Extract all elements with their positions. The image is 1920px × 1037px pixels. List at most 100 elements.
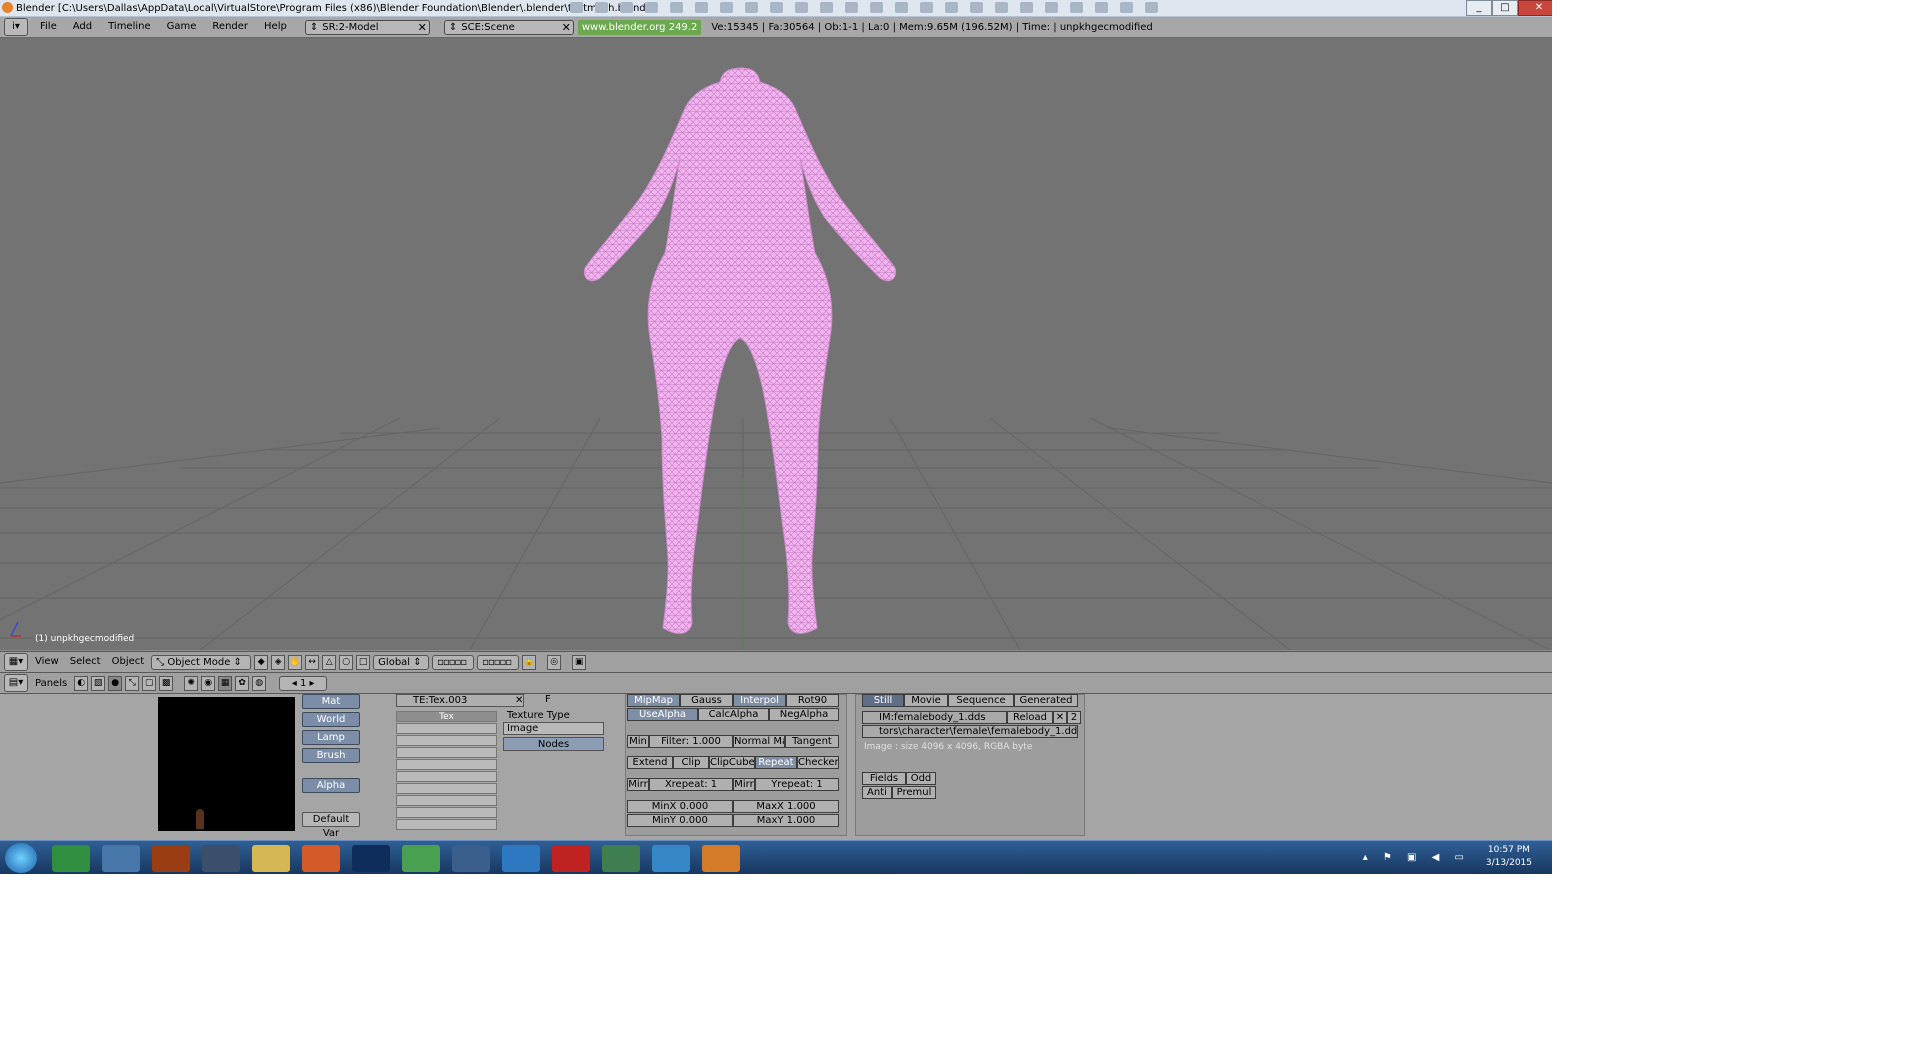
3d-viewport[interactable]: (1) unpkhgecmodified (0, 38, 1552, 650)
menu-object[interactable]: Object (108, 655, 149, 670)
interpol-toggle[interactable]: Interpol (733, 694, 786, 707)
alpha-button[interactable]: Alpha (302, 778, 360, 793)
editor-type-icon[interactable]: i▾ (4, 18, 28, 36)
blender-task-icon[interactable] (702, 845, 740, 872)
image-path-field[interactable]: tors\character\female\femalebody_1.dds (862, 725, 1078, 738)
manipulator-scale-icon[interactable]: ○ (339, 654, 354, 670)
system-tray-icons[interactable]: ▴ ⚑ ▣ ◀ ▭ (1363, 852, 1470, 863)
buttons-editor-icon[interactable]: ▤▾ (4, 674, 28, 692)
close-button[interactable]: ✕ (1518, 0, 1552, 16)
texture-slot[interactable] (396, 747, 497, 758)
texture-slot[interactable] (396, 807, 497, 818)
fake-user-button[interactable]: F (545, 694, 551, 705)
tab-movie[interactable]: Movie (904, 694, 948, 707)
menu-select[interactable]: Select (66, 655, 105, 670)
orientation-selector[interactable]: Global ⇕ (373, 654, 430, 670)
screen-delete-icon[interactable]: ✕ (418, 21, 427, 34)
menu-timeline[interactable]: Timeline (100, 18, 159, 36)
screen-selector[interactable]: ⇕ SR:2-Model ✕ (304, 19, 430, 35)
screen-name[interactable]: SR:2-Model (322, 22, 378, 33)
extend-button[interactable]: Extend (627, 756, 673, 769)
pen-app-icon[interactable] (452, 845, 490, 872)
image-delete-icon[interactable]: ✕ (1053, 711, 1067, 724)
scene-context-icon[interactable]: ▩ (159, 675, 174, 691)
image-users-count[interactable]: 2 (1067, 711, 1081, 724)
manipulator-translate-icon[interactable]: ↔ (305, 654, 320, 670)
flash-app-icon[interactable] (552, 845, 590, 872)
bridge-app-icon[interactable] (152, 845, 190, 872)
texture-name-field[interactable]: TE:Tex.003 ✕ (396, 694, 524, 707)
minimize-button[interactable]: _ (1466, 0, 1492, 16)
texture-slot[interactable] (396, 819, 497, 830)
shading-context-icon[interactable]: ● (108, 675, 123, 691)
tab-brush[interactable]: Brush (302, 748, 360, 763)
tab-world[interactable]: World (302, 712, 360, 727)
texture-type-select[interactable]: Image (503, 722, 604, 735)
logic-context-icon[interactable]: ◐ (74, 675, 89, 691)
chess-app-icon[interactable] (202, 845, 240, 872)
texture-slot[interactable] (396, 771, 497, 782)
texture-sub-icon[interactable]: ▦ (218, 675, 233, 691)
texture-delete-icon[interactable]: ✕ (515, 695, 523, 707)
scene-copy-icon[interactable]: ◎ (547, 654, 562, 670)
repeat-button[interactable]: Repeat (755, 756, 797, 769)
tab-still[interactable]: Still (862, 694, 904, 707)
odd-toggle[interactable]: Odd (906, 772, 936, 785)
chrome-app-icon[interactable] (402, 845, 440, 872)
calcalpha-toggle[interactable]: CalcAlpha (698, 708, 769, 721)
xrepeat-field[interactable]: Xrepeat: 1 (649, 778, 733, 791)
texture-slot[interactable] (396, 783, 497, 794)
photoshop-app-icon[interactable] (352, 845, 390, 872)
xbox-app-icon[interactable] (52, 845, 90, 872)
min-toggle[interactable]: Min (627, 735, 649, 748)
tab-mat[interactable]: Mat (302, 694, 360, 709)
pivot-icon[interactable]: ◈ (271, 654, 286, 670)
menu-view[interactable]: View (31, 655, 63, 670)
tab-sequence[interactable]: Sequence (948, 694, 1014, 707)
screen-browse-icon[interactable]: ⇕ (310, 22, 318, 33)
script-context-icon[interactable]: ▧ (91, 675, 106, 691)
manipulator-rotate-icon[interactable]: △ (322, 654, 337, 670)
music-app-icon[interactable] (652, 845, 690, 872)
tangent-select[interactable]: Tangent (785, 735, 839, 748)
normal-map-toggle[interactable]: Normal Ma (733, 735, 785, 748)
maxy-field[interactable]: MaxY 1.000 (733, 814, 839, 827)
menu-render[interactable]: Render (204, 18, 256, 36)
menu-help[interactable]: Help (256, 18, 295, 36)
texture-slot[interactable]: Tex (396, 711, 497, 722)
default-var-button[interactable]: Default Var (302, 812, 360, 839)
tab-lamp[interactable]: Lamp (302, 730, 360, 745)
lamp-sub-icon[interactable]: ✺ (184, 675, 199, 691)
monitor-app-icon[interactable] (602, 845, 640, 872)
usealpha-toggle[interactable]: UseAlpha (627, 708, 698, 721)
panels-menu[interactable]: Panels (31, 678, 71, 689)
mirror-y-toggle[interactable]: Mirr (733, 778, 755, 791)
clock[interactable]: 10:57 PM 3/13/2015 (1486, 844, 1532, 870)
texture-slot[interactable] (396, 735, 497, 746)
premul-toggle[interactable]: Premul (892, 786, 936, 799)
explorer-app-icon[interactable] (252, 845, 290, 872)
editing-context-icon[interactable]: ▢ (142, 675, 157, 691)
grid-editor-icon[interactable]: ▦▾ (4, 653, 28, 671)
miny-field[interactable]: MinY 0.000 (627, 814, 733, 827)
gauss-toggle[interactable]: Gauss (680, 694, 733, 707)
mipmap-toggle[interactable]: MipMap (627, 694, 680, 707)
checker-button[interactable]: Checker (797, 756, 839, 769)
rot90-toggle[interactable]: Rot90 (786, 694, 839, 707)
itunes-app-icon[interactable] (502, 845, 540, 872)
texture-slot[interactable] (396, 795, 497, 806)
start-button[interactable] (5, 843, 37, 873)
reload-button[interactable]: Reload (1007, 711, 1053, 724)
menu-file[interactable]: File (32, 18, 65, 36)
menu-add[interactable]: Add (65, 18, 100, 36)
render-preview-icon[interactable]: ▣ (572, 654, 587, 670)
manipulator-box-icon[interactable]: □ (356, 654, 371, 670)
blender-site-link[interactable]: www.blender.org 249.2 (577, 19, 702, 35)
negalpha-toggle[interactable]: NegAlpha (769, 708, 839, 721)
minx-field[interactable]: MinX 0.000 (627, 800, 733, 813)
fields-toggle[interactable]: Fields (862, 772, 906, 785)
layer-buttons-2[interactable]: ▫▫▫▫▫ (477, 654, 520, 670)
maximize-button[interactable]: □ (1492, 0, 1518, 16)
paint-app-icon[interactable] (102, 845, 140, 872)
maxx-field[interactable]: MaxX 1.000 (733, 800, 839, 813)
